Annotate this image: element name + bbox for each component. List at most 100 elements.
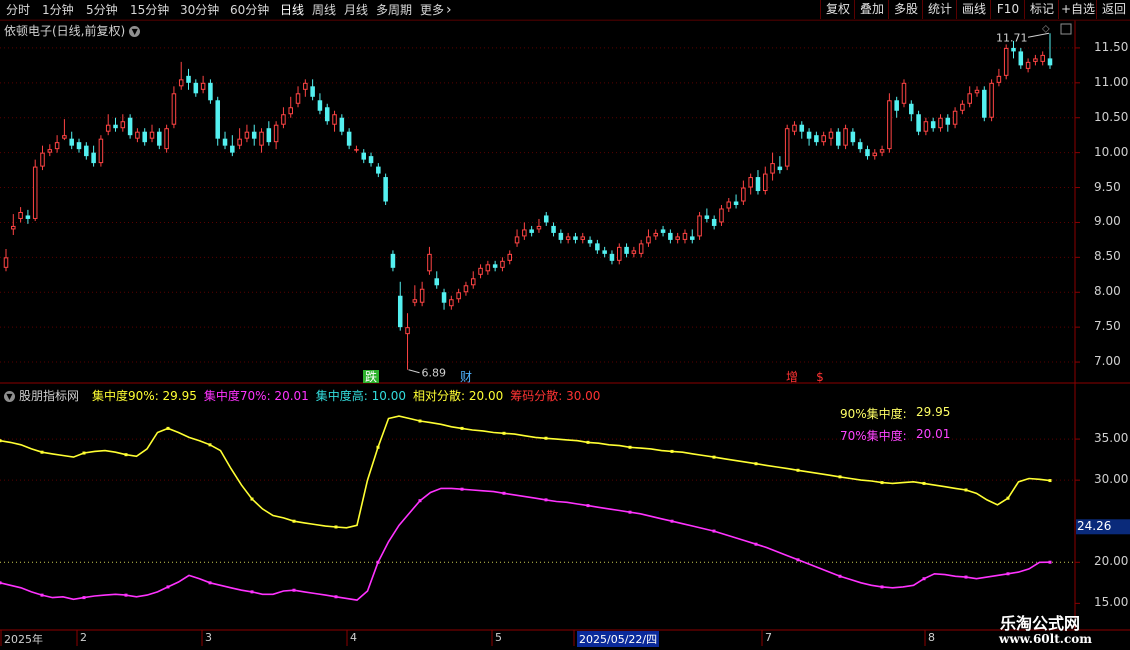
candle-body <box>1047 58 1053 66</box>
candle-body <box>887 100 892 150</box>
candle <box>237 128 242 150</box>
candle-body <box>580 236 586 240</box>
candle-body <box>573 236 578 240</box>
candle-body <box>47 149 53 153</box>
candle-body <box>164 128 169 150</box>
candle <box>668 229 673 244</box>
price-tick-label: 9.50 <box>1094 179 1121 194</box>
candle <box>1033 54 1038 66</box>
candle <box>251 124 257 146</box>
candle <box>354 145 359 153</box>
candle <box>478 264 483 279</box>
chevron-down-icon[interactable]: ▼ <box>4 391 15 402</box>
legend-value-0: 29.95 <box>916 405 951 419</box>
candle <box>405 313 410 370</box>
candle-body <box>624 246 629 254</box>
candle-body <box>806 131 812 139</box>
series-point <box>544 498 548 502</box>
candle-body <box>967 93 972 104</box>
candle-body <box>456 292 461 300</box>
candle-body <box>770 163 775 174</box>
series-point <box>124 453 128 457</box>
candle-body <box>376 166 381 174</box>
candle <box>397 281 403 331</box>
candle <box>974 86 980 97</box>
candle-body <box>872 152 878 157</box>
candle-body <box>828 131 834 139</box>
candle-body <box>69 138 74 146</box>
candle <box>631 246 637 258</box>
series-point <box>292 519 296 523</box>
candle-body <box>952 110 958 125</box>
candle <box>310 79 315 101</box>
candle <box>149 124 155 143</box>
candle-body <box>843 128 848 146</box>
candle <box>536 218 542 233</box>
candle-body <box>697 215 702 237</box>
price-tick-label: 8.50 <box>1094 249 1121 264</box>
candle <box>127 114 133 139</box>
candle-body <box>84 145 89 157</box>
candle <box>259 128 264 153</box>
candle-body <box>222 138 228 146</box>
candle <box>573 232 578 244</box>
series-point <box>712 529 716 533</box>
date-label-5: 2025/05/22/四 <box>577 631 660 647</box>
indicator-item-4: 筹码分散: 30.00 <box>510 389 601 403</box>
candle <box>996 68 1002 87</box>
candle-body <box>945 117 951 125</box>
series-point <box>502 491 506 495</box>
candle-body <box>76 142 82 150</box>
legend-name-0: 90%集中度: <box>840 407 907 421</box>
grid-lines <box>0 19 1130 646</box>
series-point <box>544 436 548 440</box>
candle-body <box>32 166 38 219</box>
candle <box>733 194 739 209</box>
candle <box>76 138 82 153</box>
chart-overlays: 11.71 ◇ 6.89 跌 财 增 $ <box>363 23 1072 384</box>
series-point <box>754 462 758 466</box>
candle-body <box>638 243 644 254</box>
candle-body <box>996 75 1002 83</box>
candle-body <box>748 177 753 188</box>
candle-body <box>879 149 885 153</box>
candle <box>208 79 213 104</box>
candle <box>463 281 469 296</box>
date-label-6: 7 <box>765 631 772 644</box>
series-point <box>1006 496 1010 500</box>
candle <box>865 145 870 160</box>
candle-body <box>507 253 513 261</box>
series-point <box>166 585 170 589</box>
candle-body <box>1018 51 1024 66</box>
series-point <box>40 593 44 597</box>
series-point <box>502 431 506 435</box>
candle <box>522 222 527 240</box>
series-line-1 <box>0 487 1051 601</box>
candle-body <box>266 128 272 143</box>
candle <box>32 159 38 222</box>
candle-body <box>40 152 45 167</box>
candle <box>295 86 301 108</box>
candle <box>135 128 140 143</box>
candle-body <box>346 131 352 146</box>
date-label-7: 8 <box>928 631 935 644</box>
candle-body <box>127 117 133 136</box>
candle-body <box>324 107 330 122</box>
indicator-item-0: 集中度90%: 29.95 <box>92 389 197 403</box>
candle-body <box>135 131 140 139</box>
candle <box>120 114 126 132</box>
series-point <box>796 558 800 562</box>
candle-body <box>1025 61 1031 69</box>
candle-body <box>427 253 432 272</box>
candle-body <box>930 121 936 129</box>
candle-body <box>660 229 666 233</box>
candle <box>690 229 695 244</box>
candle <box>814 131 819 146</box>
candle-body <box>1003 47 1009 76</box>
candle <box>244 124 250 143</box>
candle <box>675 232 680 244</box>
candle-body <box>361 152 366 160</box>
candle-body <box>960 103 965 111</box>
candle <box>653 229 659 240</box>
candle <box>25 209 31 224</box>
